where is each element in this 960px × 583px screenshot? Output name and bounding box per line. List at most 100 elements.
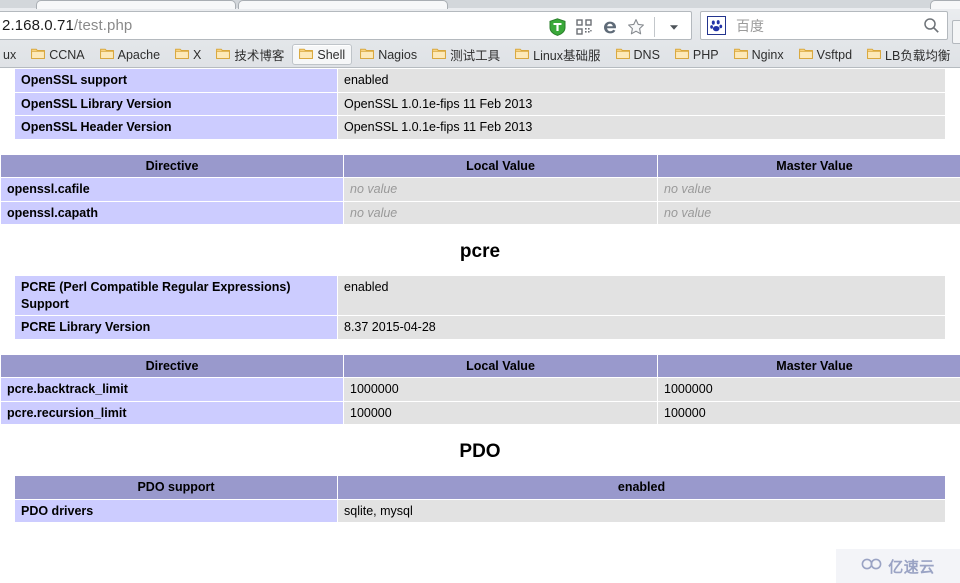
folder-icon <box>798 47 813 62</box>
tab-strip <box>0 0 960 9</box>
url-path: /test.php <box>73 17 133 34</box>
bookmark-label: Vsftpd <box>816 47 853 62</box>
table-header-row: Directive Local Value Master Value <box>0 153 960 178</box>
row-directive: pcre.recursion_limit <box>0 400 344 425</box>
bookmark-label: Linux基础服 <box>533 49 601 63</box>
address-bar-icons <box>548 12 683 41</box>
bookmark-label: Shell <box>317 47 346 62</box>
table-row: pcre.recursion_limit 100000 100000 <box>0 400 960 425</box>
browser-tab[interactable] <box>238 0 448 9</box>
ie-compatibility-icon[interactable] <box>600 17 619 36</box>
row-value: OpenSSL 1.0.1e-fips 11 Feb 2013 <box>337 115 946 140</box>
bookmark-item[interactable]: Nagios <box>353 44 424 65</box>
row-local-value: 1000000 <box>343 377 658 402</box>
column-header-directive: Directive <box>0 153 344 178</box>
row-directive: pcre.backtrack_limit <box>0 377 344 402</box>
row-value: 8.37 2015-04-28 <box>337 315 946 340</box>
cloud-icon <box>861 557 883 575</box>
folder-icon <box>867 47 881 62</box>
folder-icon <box>299 47 314 62</box>
folder-icon <box>615 47 630 62</box>
browser-tab[interactable] <box>930 0 960 9</box>
section-heading-pdo: PDO <box>459 441 501 462</box>
star-icon[interactable] <box>626 17 645 36</box>
openssl-directives-table: Directive Local Value Master Value opens… <box>0 153 960 225</box>
browser-chrome: 2.168.0.71/test.php 百度 ux CCNA Apache X … <box>0 0 960 68</box>
table-row: PCRE (Perl Compatible Regular Expression… <box>14 275 946 316</box>
bookmark-label: Nagios <box>378 47 418 62</box>
row-key: PDO drivers <box>14 498 338 523</box>
chevron-down-icon[interactable] <box>664 17 683 36</box>
watermark: 亿速云 <box>836 549 960 583</box>
row-key: OpenSSL support <box>14 68 338 93</box>
page-content: OpenSSL support enabled OpenSSL Library … <box>0 68 960 583</box>
bookmark-item[interactable]: Vsftpd <box>792 44 859 65</box>
bookmark-item[interactable]: ux <box>0 44 23 65</box>
bookmark-item[interactable]: X <box>168 44 208 65</box>
qrcode-icon[interactable] <box>574 17 593 36</box>
table-row: PDO drivers sqlite, mysql <box>14 498 946 523</box>
row-directive: openssl.capath <box>0 200 344 225</box>
bookmark-item[interactable]: LB负载均衡 <box>860 44 957 65</box>
pdo-support-status: enabled <box>337 475 946 500</box>
row-key: OpenSSL Library Version <box>14 91 338 116</box>
openssl-info-body: OpenSSL support enabled OpenSSL Library … <box>14 68 946 140</box>
pcre-directives-body: Directive Local Value Master Value pcre.… <box>0 353 960 425</box>
bookmark-item[interactable]: 测试工具 <box>425 44 507 65</box>
table-row: PCRE Library Version 8.37 2015-04-28 <box>14 315 946 340</box>
browser-tab[interactable] <box>36 0 236 9</box>
row-key: PCRE (Perl Compatible Regular Expression… <box>14 275 338 316</box>
search-icon[interactable] <box>922 16 941 35</box>
folder-icon <box>432 47 447 62</box>
shield-icon[interactable] <box>548 17 567 36</box>
bookmark-item[interactable]: Shell <box>292 44 353 65</box>
row-value: enabled <box>337 275 946 316</box>
bookmark-item[interactable]: CCNA <box>24 44 91 65</box>
row-value: OpenSSL 1.0.1e-fips 11 Feb 2013 <box>337 91 946 116</box>
bookmark-item[interactable]: Linux基础服 <box>508 44 607 65</box>
address-bar[interactable]: 2.168.0.71/test.php <box>0 11 692 40</box>
openssl-info-table: OpenSSL support enabled OpenSSL Library … <box>14 68 946 140</box>
bookmark-label: Nginx <box>751 47 784 62</box>
bookmark-label: CCNA <box>49 47 85 62</box>
folder-icon <box>675 47 689 62</box>
url-text: 2.168.0.71/test.php <box>0 17 132 34</box>
folder-icon <box>99 47 114 62</box>
bookmark-item[interactable]: PHP <box>668 44 726 65</box>
bookmark-label: ux <box>3 47 17 62</box>
folder-icon <box>515 47 530 62</box>
row-value: sqlite, mysql <box>337 498 946 523</box>
table-row: OpenSSL support enabled <box>14 68 946 93</box>
pcre-directives-table: Directive Local Value Master Value pcre.… <box>0 353 960 425</box>
bookmark-label: 技术博客 <box>234 49 285 63</box>
column-header-pdo-support: PDO support <box>14 475 338 500</box>
row-directive: openssl.cafile <box>0 177 344 202</box>
toolbar-overflow-button[interactable] <box>952 20 960 44</box>
bookmark-label: X <box>193 47 202 62</box>
column-header-directive: Directive <box>0 353 344 378</box>
pdo-info-body: PDO support enabled PDO drivers sqlite, … <box>14 475 946 523</box>
row-master-value: 100000 <box>657 400 960 425</box>
bookmark-item[interactable]: Nginx <box>727 44 791 65</box>
pdo-info-table: PDO support enabled PDO drivers sqlite, … <box>14 475 946 523</box>
bookmark-item[interactable]: DNS <box>609 44 667 65</box>
section-heading-pcre: pcre <box>459 241 501 262</box>
search-input-placeholder[interactable]: 百度 <box>736 16 922 36</box>
pcre-info-body: PCRE (Perl Compatible Regular Expression… <box>14 275 946 340</box>
table-row: openssl.cafile no value no value <box>0 177 960 202</box>
table-header-row: Directive Local Value Master Value <box>0 353 960 378</box>
browser-toolbar: 2.168.0.71/test.php 百度 <box>0 9 960 44</box>
table-header-row: PDO support enabled <box>14 475 946 500</box>
search-box[interactable]: 百度 <box>700 11 948 40</box>
table-row: OpenSSL Library Version OpenSSL 1.0.1e-f… <box>14 91 946 116</box>
bookmark-label: DNS <box>633 47 660 62</box>
row-local-value: no value <box>343 200 658 225</box>
url-host: 2.168.0.71 <box>2 17 74 34</box>
folder-icon <box>733 47 748 62</box>
bookmark-label: Apache <box>117 47 161 62</box>
table-row: OpenSSL Header Version OpenSSL 1.0.1e-fi… <box>14 115 946 140</box>
bookmark-item[interactable]: Apache <box>93 44 167 65</box>
row-key: OpenSSL Header Version <box>14 115 338 140</box>
bookmark-item[interactable]: 技术博客 <box>209 44 291 65</box>
toolbar-divider <box>654 16 655 37</box>
